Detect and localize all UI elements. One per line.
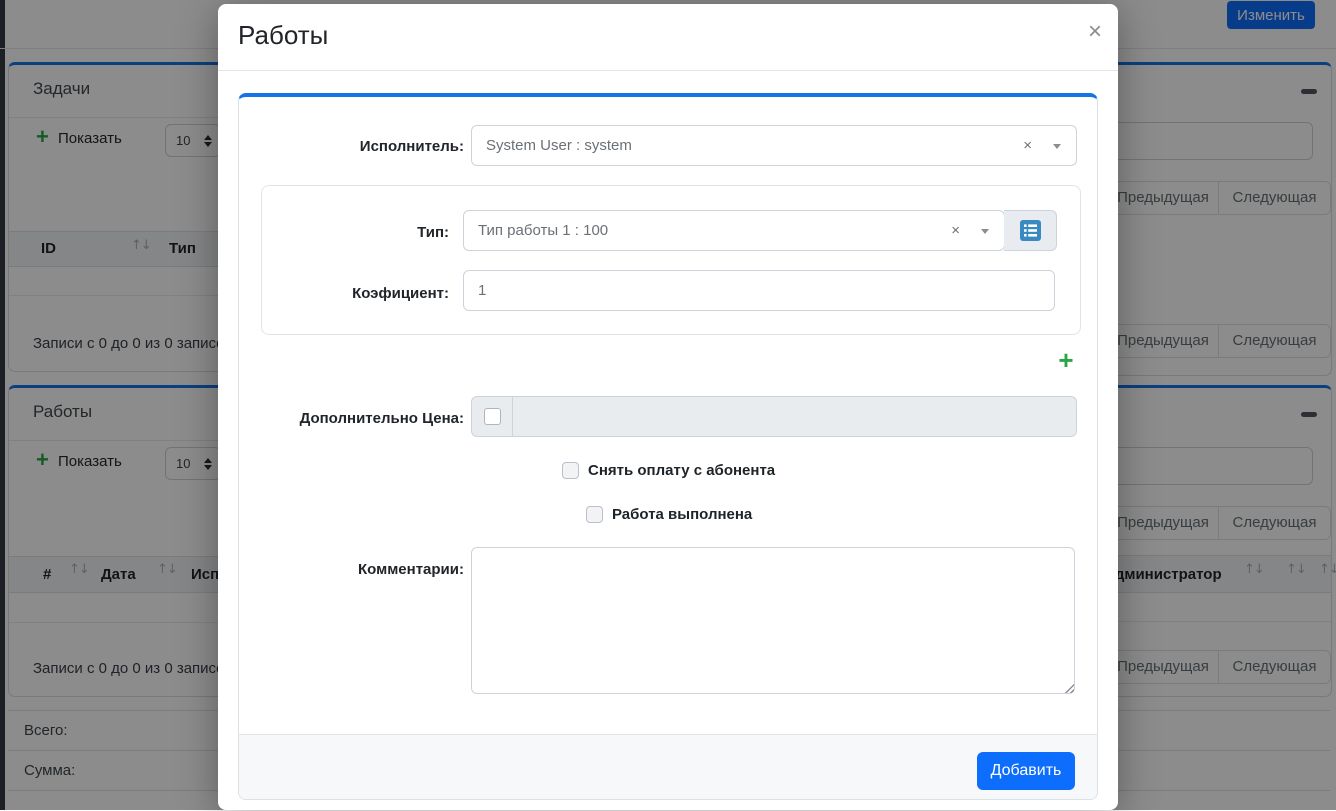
modal-form-card: Исполнитель: System User : system × Тип:… [238,93,1098,800]
close-icon[interactable]: × [1080,18,1110,46]
charge-subscriber-label[interactable]: Снять оплату с абонента [588,462,775,480]
divider [218,70,1118,71]
extra-price-group [471,396,1077,437]
add-row-button[interactable]: + [1051,349,1081,371]
work-done-label[interactable]: Работа выполнена [612,506,752,524]
extra-price-label: Дополнительно Цена: [239,409,464,429]
clear-icon[interactable]: × [1023,126,1032,165]
works-modal: Работы × Исполнитель: System User : syst… [218,4,1118,810]
modal-title: Работы [238,20,328,51]
type-select[interactable]: Тип работы 1 : 100 × [463,210,1005,251]
work-done-checkbox[interactable] [586,506,603,523]
extra-price-addon [472,397,513,436]
type-list-button[interactable] [1004,210,1057,251]
coefficient-input[interactable] [463,270,1055,311]
list-icon [1020,220,1041,241]
extra-price-input[interactable] [513,397,1076,436]
type-select-value: Тип работы 1 : 100 [478,211,608,250]
chevron-down-icon[interactable] [1053,144,1061,149]
comments-textarea[interactable] [471,547,1075,694]
add-button[interactable]: Добавить [977,752,1075,790]
clear-icon[interactable]: × [951,211,960,250]
extra-price-checkbox[interactable] [484,408,501,425]
executor-select-value: System User : system [486,126,632,165]
work-type-group: Тип: Тип работы 1 : 100 × Коэфициент: [261,185,1081,335]
executor-label: Исполнитель: [239,137,464,157]
chevron-down-icon[interactable] [981,229,989,234]
comments-label: Комментарии: [239,560,464,580]
modal-footer: Добавить [239,734,1097,799]
type-label: Тип: [262,223,449,243]
coefficient-label: Коэфициент: [262,284,449,304]
executor-select[interactable]: System User : system × [471,125,1077,166]
charge-subscriber-checkbox[interactable] [562,462,579,479]
